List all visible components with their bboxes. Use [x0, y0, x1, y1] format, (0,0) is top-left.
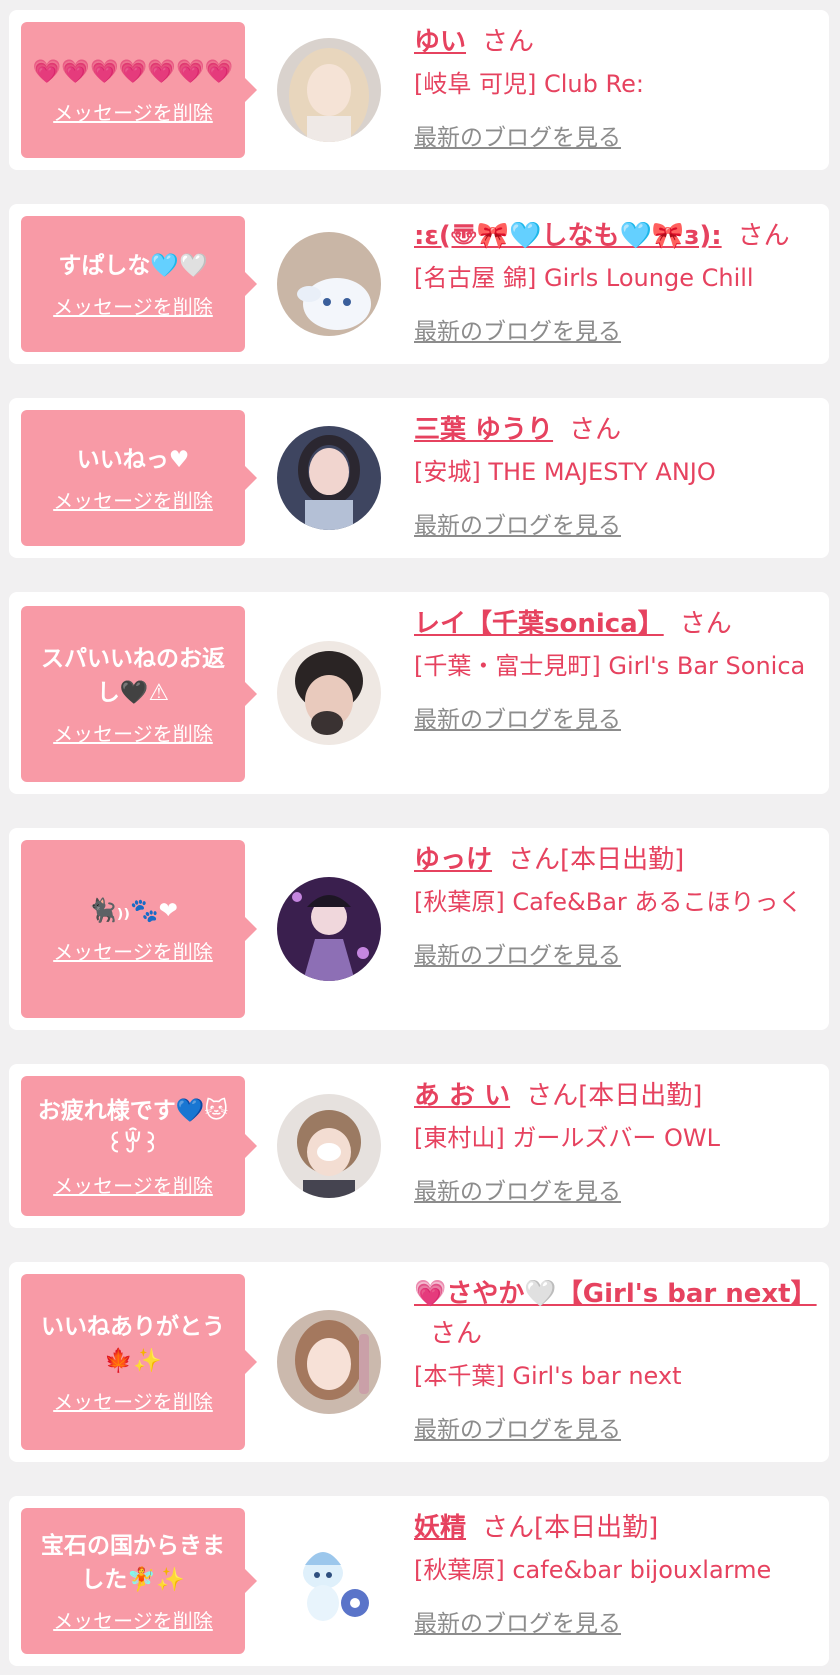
name-line: :ε(〠🎀🩵しなも🩵🎀з): さん — [414, 216, 814, 256]
avatar[interactable] — [277, 426, 381, 530]
shop-name: [秋葉原] Cafe&Bar あるこほりっく — [414, 888, 803, 916]
avatar[interactable] — [277, 1529, 381, 1633]
message-card: すぱしな🩵🤍 メッセージを削除 :ε(〠🎀🩵しなも🩵🎀з): さん [名古屋 錦]… — [9, 204, 829, 364]
profile-name-link[interactable]: ゆっけ — [414, 845, 492, 875]
latest-blog-link[interactable]: 最新のブログを見る — [414, 936, 621, 970]
delete-message-link[interactable]: メッセージを削除 — [53, 485, 213, 514]
name-line: 妖精 さん[本日出勤] — [414, 1508, 814, 1548]
delete-message-link[interactable]: メッセージを削除 — [53, 1170, 213, 1199]
profile-name-link[interactable]: レイ【千葉sonica】 — [414, 609, 664, 639]
message-bubble: いいねっ♥ メッセージを削除 — [21, 410, 257, 546]
profile-name-link[interactable]: ゆい — [414, 27, 466, 57]
delete-message-link[interactable]: メッセージを削除 — [53, 936, 213, 965]
message-card: 💗💗💗💗💗💗💗 メッセージを削除 ゆい さん [岐阜 可児] Club Re: 最… — [9, 10, 829, 170]
message-bubble: 宝石の国からきました🧚✨ メッセージを削除 — [21, 1508, 257, 1654]
latest-blog-link[interactable]: 最新のブログを見る — [414, 1410, 621, 1444]
name-line: レイ【千葉sonica】 さん — [414, 604, 814, 644]
profile-info: 三葉 ゆうり さん [安城] THE MAJESTY ANJO 最新のブログを見る — [414, 410, 814, 540]
profile-info: あ お いさん[本日出勤] [東村山] ガールズバー OWL 最新のブログを見る — [414, 1076, 814, 1206]
message-card: いいねありがとう🍁✨ メッセージを削除 💗さやか🤍【Girl's bar nex… — [9, 1262, 829, 1462]
honorific: さん — [679, 609, 732, 639]
profile-info: レイ【千葉sonica】 さん [千葉・富士見町] Girl's Bar Soni… — [414, 604, 814, 734]
message-bubble: スパいいねのお返し🖤⚠ メッセージを削除 — [21, 606, 257, 782]
delete-message-link[interactable]: メッセージを削除 — [53, 718, 213, 747]
honorific: さん — [482, 1513, 535, 1543]
name-line: ゆっけ さん[本日出勤] — [414, 840, 814, 880]
avatar[interactable] — [277, 877, 381, 981]
message-card: いいねっ♥ メッセージを削除 三葉 ゆうり さん [安城] THE MAJESTY… — [9, 398, 829, 558]
status-badge: [本日出勤] — [534, 1513, 659, 1543]
honorific: さん — [737, 221, 790, 251]
message-card: 宝石の国からきました🧚✨ メッセージを削除 妖精 さん[本日出勤] [秋葉原] c… — [9, 1496, 829, 1666]
shop-name: [秋葉原] cafe&bar bijouxlarme — [414, 1556, 772, 1584]
delete-message-link[interactable]: メッセージを削除 — [53, 291, 213, 320]
message-text: スパいいねのお返し🖤⚠ — [41, 645, 225, 706]
name-line: ゆい さん — [414, 22, 814, 62]
profile-name-link[interactable]: 💗さやか🤍【Girl's bar next】 — [414, 1279, 817, 1309]
delete-message-link[interactable]: メッセージを削除 — [53, 1605, 213, 1634]
honorific: さん — [508, 845, 561, 875]
shop-name: [名古屋 錦] Girls Lounge Chill — [414, 264, 754, 292]
honorific: さん — [482, 27, 535, 57]
message-text: 🐈‍⬛₎₎🐾❤ — [88, 897, 178, 924]
avatar[interactable] — [277, 641, 381, 745]
latest-blog-link[interactable]: 最新のブログを見る — [414, 1172, 621, 1206]
honorific: さん — [430, 1319, 483, 1349]
delete-message-link[interactable]: メッセージを削除 — [53, 1386, 213, 1415]
avatar[interactable] — [277, 232, 381, 336]
avatar[interactable] — [277, 38, 381, 142]
profile-info: ゆい さん [岐阜 可児] Club Re: 最新のブログを見る — [414, 22, 814, 152]
message-bubble: 🐈‍⬛₎₎🐾❤ メッセージを削除 — [21, 840, 257, 1018]
message-text: お疲れ様です💙🐱꒰ꏭ꒱ — [37, 1097, 229, 1158]
message-card: 🐈‍⬛₎₎🐾❤ メッセージを削除 ゆっけ さん[本日出勤] [秋葉原] Cafe&… — [9, 828, 829, 1030]
message-text: 💗💗💗💗💗💗💗 — [32, 58, 234, 85]
message-text: 宝石の国からきました🧚✨ — [41, 1532, 225, 1593]
honorific: さん — [569, 415, 622, 445]
status-badge: [本日出勤] — [578, 1081, 703, 1111]
message-card: スパいいねのお返し🖤⚠ メッセージを削除 レイ【千葉sonica】 さん [千葉・… — [9, 592, 829, 794]
profile-name-link[interactable]: 妖精 — [414, 1513, 466, 1543]
message-text: いいねありがとう🍁✨ — [41, 1313, 225, 1374]
shop-name: [本千葉] Girl's bar next — [414, 1362, 682, 1390]
message-bubble: すぱしな🩵🤍 メッセージを削除 — [21, 216, 257, 352]
message-card: お疲れ様です💙🐱꒰ꏭ꒱ メッセージを削除 あ お いさん[本日出勤] [東村山]… — [9, 1064, 829, 1228]
message-bubble: いいねありがとう🍁✨ メッセージを削除 — [21, 1274, 257, 1450]
message-bubble: 💗💗💗💗💗💗💗 メッセージを削除 — [21, 22, 257, 158]
status-badge: [本日出勤] — [560, 845, 685, 875]
name-line: あ お いさん[本日出勤] — [414, 1076, 814, 1116]
latest-blog-link[interactable]: 最新のブログを見る — [414, 312, 621, 346]
delete-message-link[interactable]: メッセージを削除 — [53, 97, 213, 126]
shop-name: [岐阜 可児] Club Re: — [414, 70, 644, 98]
shop-name: [東村山] ガールズバー OWL — [414, 1124, 720, 1152]
name-line: 💗さやか🤍【Girl's bar next】さん — [414, 1274, 817, 1354]
latest-blog-link[interactable]: 最新のブログを見る — [414, 700, 621, 734]
profile-name-link[interactable]: 三葉 ゆうり — [414, 415, 553, 445]
profile-info: 💗さやか🤍【Girl's bar next】さん [本千葉] Girl's ba… — [414, 1274, 817, 1444]
honorific: さん — [526, 1081, 579, 1111]
message-text: すぱしな🩵🤍 — [58, 252, 208, 279]
profile-info: :ε(〠🎀🩵しなも🩵🎀з): さん [名古屋 錦] Girls Lounge Ch… — [414, 216, 814, 346]
message-bubble: お疲れ様です💙🐱꒰ꏭ꒱ メッセージを削除 — [21, 1076, 257, 1216]
message-text: いいねっ♥ — [76, 446, 190, 473]
latest-blog-link[interactable]: 最新のブログを見る — [414, 118, 621, 152]
profile-name-link[interactable]: あ お い — [414, 1081, 510, 1111]
latest-blog-link[interactable]: 最新のブログを見る — [414, 506, 621, 540]
profile-info: 妖精 さん[本日出勤] [秋葉原] cafe&bar bijouxlarme 最新… — [414, 1508, 814, 1638]
shop-name: [千葉・富士見町] Girl's Bar Sonica — [414, 652, 806, 680]
name-line: 三葉 ゆうり さん — [414, 410, 814, 450]
avatar[interactable] — [277, 1310, 381, 1414]
shop-name: [安城] THE MAJESTY ANJO — [414, 458, 716, 486]
profile-name-link[interactable]: :ε(〠🎀🩵しなも🩵🎀з): — [414, 221, 722, 251]
latest-blog-link[interactable]: 最新のブログを見る — [414, 1604, 621, 1638]
profile-info: ゆっけ さん[本日出勤] [秋葉原] Cafe&Bar あるこほりっく 最新のブロ… — [414, 840, 814, 970]
avatar[interactable] — [277, 1094, 381, 1198]
